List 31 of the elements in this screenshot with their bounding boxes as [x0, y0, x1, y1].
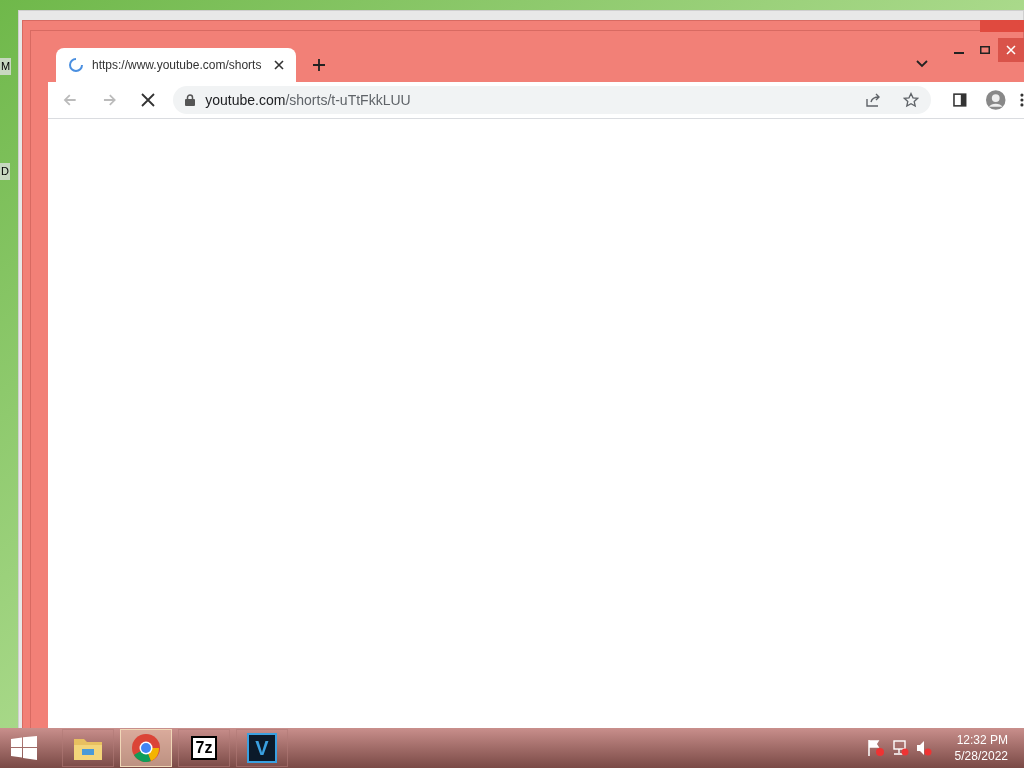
taskbar-app-button[interactable]: 7z: [178, 729, 230, 767]
star-icon[interactable]: [902, 92, 919, 108]
new-tab-icon[interactable]: [312, 58, 326, 72]
chevron-down-icon[interactable]: [916, 60, 928, 68]
desktop-icon-label[interactable]: D: [0, 163, 10, 180]
browser-logo-icon: [131, 733, 161, 763]
close-icon[interactable]: [274, 60, 284, 70]
volume-icon[interactable]: [914, 739, 933, 757]
maximize-icon[interactable]: [980, 46, 990, 54]
stop-icon[interactable]: [141, 93, 156, 107]
lock-icon: [185, 94, 196, 106]
taskbar-app-button[interactable]: V: [236, 729, 288, 767]
flag-icon[interactable]: [866, 739, 885, 757]
menu-icon[interactable]: [1020, 92, 1024, 108]
desktop-icon-label[interactable]: M: [0, 58, 12, 75]
address-bar[interactable]: youtube.com/shorts/t-uTtFkkLUU: [173, 86, 931, 114]
avatar-icon[interactable]: [984, 89, 1007, 111]
taskbar-app-button[interactable]: [120, 729, 172, 767]
close-icon: [1006, 45, 1016, 55]
taskbar-app-button[interactable]: [62, 729, 114, 767]
browser-tab[interactable]: https://www.youtube.com/shorts: [56, 48, 296, 82]
windows-start-icon[interactable]: [10, 736, 38, 760]
app-logo: 7z: [190, 736, 218, 760]
app-logo: V: [247, 733, 277, 763]
url-text: youtube.com/shorts/t-uTtFkkLUU: [205, 90, 411, 110]
network-icon[interactable]: [890, 739, 909, 757]
clock[interactable]: 12:32 PM 5/28/2022: [954, 732, 1008, 764]
side-panel-icon[interactable]: [952, 93, 967, 107]
tab-title: https://www.youtube.com/shorts: [92, 57, 263, 74]
loading-spinner-icon: [68, 57, 84, 73]
share-icon[interactable]: [864, 92, 881, 108]
